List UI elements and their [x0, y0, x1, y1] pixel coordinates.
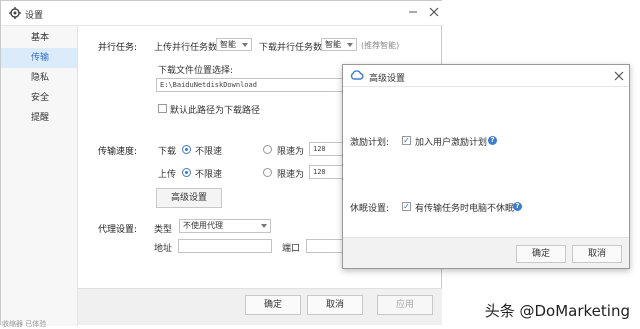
help-icon[interactable]: ? [488, 136, 497, 145]
advanced-settings-dialog: 高级设置 激励计划: ✓ 加入用户激励计划 ? 休眠设置: ✓ 有传输任务时电脑… [342, 64, 630, 269]
dialog-cancel-button[interactable]: 取消 [572, 245, 622, 263]
download-parallel-value: 智能 [325, 40, 341, 49]
advanced-settings-button[interactable]: 高级设置 [156, 188, 222, 208]
dialog-ok-button[interactable]: 确定 [516, 245, 566, 263]
upload-parallel-value: 智能 [220, 40, 236, 49]
sidebar-item-security[interactable]: 安全 [1, 88, 77, 108]
proxy-port-input[interactable] [306, 239, 346, 253]
download-speed-label: 下载 [158, 147, 177, 157]
bottom-fragment-text: 收缩器 已体验 [2, 320, 47, 328]
sleep-checkbox[interactable]: ✓ [402, 202, 411, 211]
upload-parallel-label: 上传并行任务数 [154, 43, 218, 53]
upload-parallel-select[interactable]: 智能 [216, 38, 252, 51]
baidu-netdisk-cloud-icon [350, 70, 364, 84]
upload-speed-label: 上传 [158, 170, 177, 180]
watermark-text: 头条 @DoMarketing [484, 302, 630, 320]
incentive-checkbox[interactable]: ✓ [402, 136, 411, 145]
download-parallel-select[interactable]: 智能 [321, 38, 357, 51]
parallel-section-label: 并行任务: [98, 43, 138, 53]
dialog-title-bar: 高级设置 [343, 65, 629, 87]
download-unlimited-label: 不限速 [195, 147, 223, 157]
incentive-label: 激励计划: [350, 138, 390, 148]
sidebar: 基本 传输 隐私 安全 提醒 [1, 26, 78, 326]
gear-icon [9, 7, 21, 22]
download-limit-label: 限速为 [277, 147, 305, 157]
sidebar-item-privacy[interactable]: 隐私 [1, 68, 77, 88]
upload-limit-label: 限速为 [277, 170, 305, 180]
proxy-section-label: 代理设置: [98, 225, 138, 235]
download-path-label: 下载文件位置选择: [158, 66, 234, 76]
window-title: 设置 [25, 11, 44, 21]
download-limit-radio[interactable] [263, 145, 272, 154]
proxy-address-input[interactable] [178, 239, 272, 253]
upload-limit-radio[interactable] [263, 168, 272, 177]
default-path-checkbox[interactable] [158, 104, 167, 113]
parallel-hint: (推荐智能) [361, 41, 400, 50]
title-bar: 设置 [1, 1, 443, 26]
help-icon[interactable]: ? [513, 202, 522, 211]
chevron-down-icon [261, 224, 267, 228]
sleep-option-label: 有传输任务时电脑不休眠 [415, 204, 515, 214]
dialog-title: 高级设置 [369, 74, 406, 84]
proxy-type-label: 类型 [154, 225, 173, 235]
sidebar-item-reminder[interactable]: 提醒 [1, 108, 77, 128]
close-icon[interactable] [428, 6, 440, 18]
apply-button[interactable]: 应用 [377, 295, 433, 315]
cancel-button[interactable]: 取消 [307, 295, 363, 315]
proxy-address-label: 地址 [154, 244, 173, 254]
proxy-type-value: 不使用代理 [183, 221, 223, 230]
download-parallel-label: 下载并行任务数 [259, 43, 323, 53]
ok-button[interactable]: 确定 [245, 295, 301, 315]
download-path-input[interactable]: E:\BaiduNetdiskDownload [156, 78, 356, 92]
proxy-type-select[interactable]: 不使用代理 [179, 219, 271, 233]
sleep-label: 休眠设置: [350, 204, 390, 214]
proxy-port-label: 端口 [282, 244, 301, 254]
sidebar-item-basic[interactable]: 基本 [1, 28, 77, 48]
chevron-down-icon [242, 43, 248, 47]
close-icon[interactable] [613, 70, 625, 82]
chevron-down-icon [347, 43, 353, 47]
upload-unlimited-radio[interactable] [182, 168, 191, 177]
download-unlimited-radio[interactable] [182, 145, 191, 154]
minimize-icon[interactable] [407, 6, 419, 18]
upload-unlimited-label: 不限速 [195, 170, 223, 180]
sidebar-item-transfer[interactable]: 传输 [1, 48, 77, 68]
default-path-label: 默认此路径为下载路径 [170, 106, 261, 116]
incentive-option-label: 加入用户激励计划 [415, 138, 488, 148]
speed-section-label: 传输速度: [98, 147, 138, 157]
